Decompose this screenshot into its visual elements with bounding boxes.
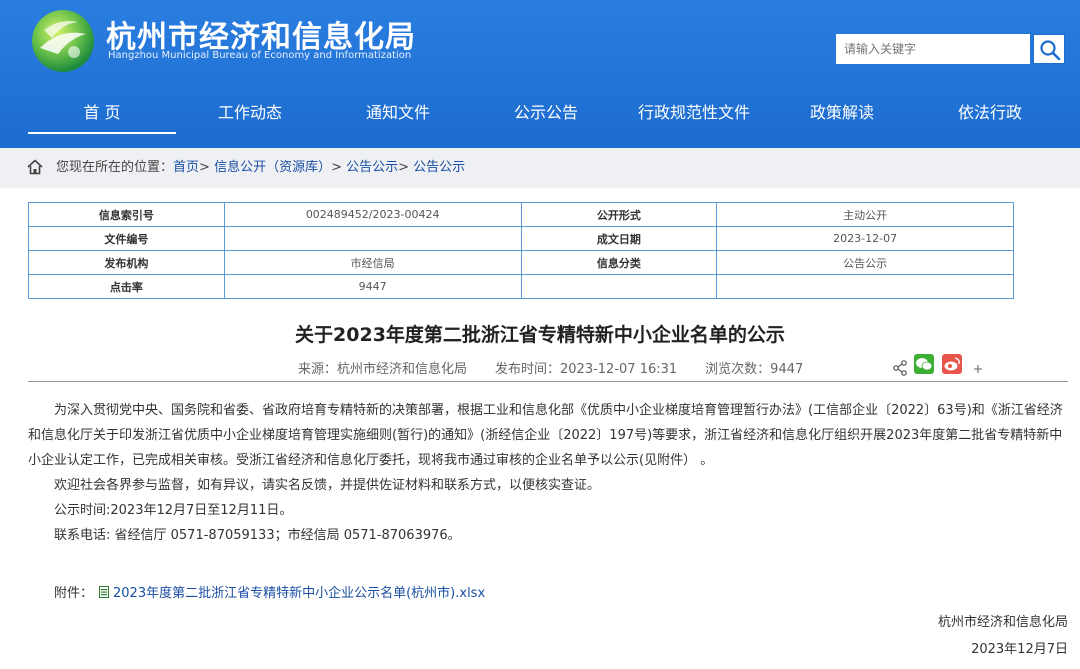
- table-value: [223, 226, 522, 251]
- table-value: [716, 274, 1014, 299]
- table-row: 发布机构 市经信局 信息分类 公告公示: [28, 250, 1014, 275]
- breadcrumb-bar: 您现在所在的位置：首页> 信息公开（资源库）> 公告公示> 公告公示: [0, 148, 1080, 188]
- nav-home[interactable]: 首 页: [28, 92, 176, 134]
- table-key: [520, 274, 718, 299]
- table-key: 文件编号: [28, 226, 225, 251]
- table-row: 文件编号 成文日期 2023-12-07: [28, 226, 1014, 251]
- breadcrumb-item-announcements[interactable]: 公告公示: [346, 160, 398, 175]
- share-icon[interactable]: [893, 360, 907, 376]
- site-subtitle: Hangzhou Municipal Bureau of Economy and…: [108, 50, 412, 61]
- table-key: 点击率: [28, 274, 225, 299]
- signature-org: 杭州市经济和信息化局: [937, 615, 1068, 630]
- table-value: 主动公开: [716, 202, 1014, 227]
- breadcrumb-prefix: 您现在所在的位置：: [56, 160, 174, 175]
- breadcrumb: 您现在所在的位置：首页> 信息公开（资源库）> 公告公示> 公告公示: [56, 148, 465, 188]
- article-divider: [28, 381, 1068, 382]
- nav-law-administration[interactable]: 依法行政: [916, 92, 1064, 134]
- article-source: 来源：杭州市经济和信息化局: [298, 362, 468, 377]
- info-table: 信息索引号 002489452/2023-00424 公开形式 主动公开 文件编…: [28, 202, 1014, 299]
- nav-regulatory-files[interactable]: 行政规范性文件: [620, 92, 768, 134]
- article-paragraph: 公示时间:2023年12月7日至12月11日。: [54, 503, 293, 518]
- article-paragraph: 欢迎社会各界参与监督，如有异议，请实名反馈，并提供佐证材料和联系方式，以便核实查…: [54, 478, 601, 493]
- breadcrumb-separator: >: [331, 160, 347, 175]
- table-value: 2023-12-07: [716, 226, 1014, 251]
- article-publish-time: 发布时间：2023-12-07 16:31: [495, 362, 678, 377]
- table-key: 信息分类: [520, 250, 718, 275]
- wechat-icon[interactable]: [914, 354, 934, 374]
- weibo-icon[interactable]: [942, 354, 962, 374]
- breadcrumb-item-announcements-current[interactable]: 公告公示: [413, 160, 465, 175]
- table-key: 公开形式: [520, 202, 718, 227]
- nav-notice-files[interactable]: 通知文件: [324, 92, 472, 134]
- article-title: 关于2023年度第二批浙江省专精特新中小企业名单的公示: [295, 324, 785, 346]
- excel-file-icon: [99, 586, 110, 598]
- attachment-file-link[interactable]: 2023年度第二批浙江省专精特新中小企业公示名单(杭州市).xlsx: [113, 586, 485, 601]
- table-key: 信息索引号: [28, 202, 225, 227]
- article-meta: 来源：杭州市经济和信息化局 发布时间：2023-12-07 16:31 浏览次数：9…: [298, 358, 831, 377]
- site-header: 杭州市经济和信息化局 Hangzhou Municipal Bureau of …: [0, 0, 1080, 148]
- search-button[interactable]: [1033, 34, 1065, 64]
- logo-emblem[interactable]: [30, 8, 96, 74]
- breadcrumb-separator: >: [398, 160, 414, 175]
- attachment-label: 附件：: [54, 586, 94, 601]
- nav-work-news[interactable]: 工作动态: [176, 92, 324, 134]
- breadcrumb-item-info-disclosure[interactable]: 信息公开（资源库）: [214, 160, 331, 175]
- table-key: 发布机构: [28, 250, 225, 275]
- plus-icon[interactable]: [974, 365, 982, 373]
- search-input[interactable]: [836, 34, 1030, 64]
- breadcrumb-separator: >: [199, 160, 215, 175]
- attachment: 附件： 2023年度第二批浙江省专精特新中小企业公示名单(杭州市).xlsx: [54, 584, 485, 604]
- article-paragraph: 联系电话: 省经信厅 0571-87059133；市经信局 0571-87063…: [54, 528, 461, 543]
- table-value: 002489452/2023-00424: [223, 202, 522, 227]
- signature-date: 2023年12月7日: [971, 642, 1068, 657]
- table-value: 9447: [223, 274, 522, 299]
- breadcrumb-item-home[interactable]: 首页: [173, 160, 199, 175]
- main-nav: 首 页 工作动态 通知文件 公示公告 行政规范性文件 政策解读 依法行政: [28, 92, 1064, 134]
- nav-policy-interpretation[interactable]: 政策解读: [768, 92, 916, 134]
- search-icon: [1040, 40, 1061, 61]
- table-value: 公告公示: [716, 250, 1014, 275]
- home-icon: [27, 159, 43, 175]
- share-bar: [892, 354, 988, 376]
- table-key: 成文日期: [520, 226, 718, 251]
- table-value: 市经信局: [223, 250, 522, 275]
- table-row: 点击率 9447: [28, 274, 1014, 299]
- article-paragraph: 为深入贯彻党中央、国务院和省委、省政府培育专精特新的决策部署，根据工业和信息化部…: [28, 403, 1063, 468]
- nav-announcements[interactable]: 公示公告: [472, 92, 620, 134]
- article-view-count: 浏览次数：9447: [705, 362, 804, 377]
- table-row: 信息索引号 002489452/2023-00424 公开形式 主动公开: [28, 202, 1014, 227]
- article-body: 为深入贯彻党中央、国务院和省委、省政府培育专精特新的决策部署，根据工业和信息化部…: [28, 398, 1070, 548]
